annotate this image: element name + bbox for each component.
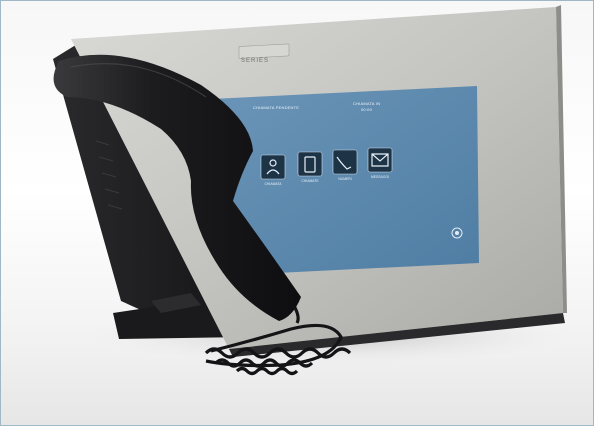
tile-numeri	[332, 149, 358, 175]
tile-label-messaggi[interactable]: MESSAGGI	[367, 175, 393, 179]
screen-status-right: CHIAMATA IN	[353, 101, 381, 106]
screen-time: 00:00	[361, 107, 373, 112]
brand-plate	[238, 43, 290, 59]
screen-status-center: CHIAMATA PENDENTE	[253, 105, 300, 110]
tile-label-chiamate[interactable]: CHIAMATE	[297, 179, 323, 183]
intercom-photo	[53, 5, 581, 376]
photo-frame: SERIES CHIAMATA PENDENTE CHIAMATA IN 00:…	[0, 0, 594, 426]
tile-label-chiamata[interactable]: CHIAMATA	[260, 182, 286, 186]
brand-label: SERIES	[241, 58, 270, 64]
tile-label-numeri[interactable]: NUMERI	[332, 177, 358, 181]
tile-chiamata	[260, 154, 286, 180]
